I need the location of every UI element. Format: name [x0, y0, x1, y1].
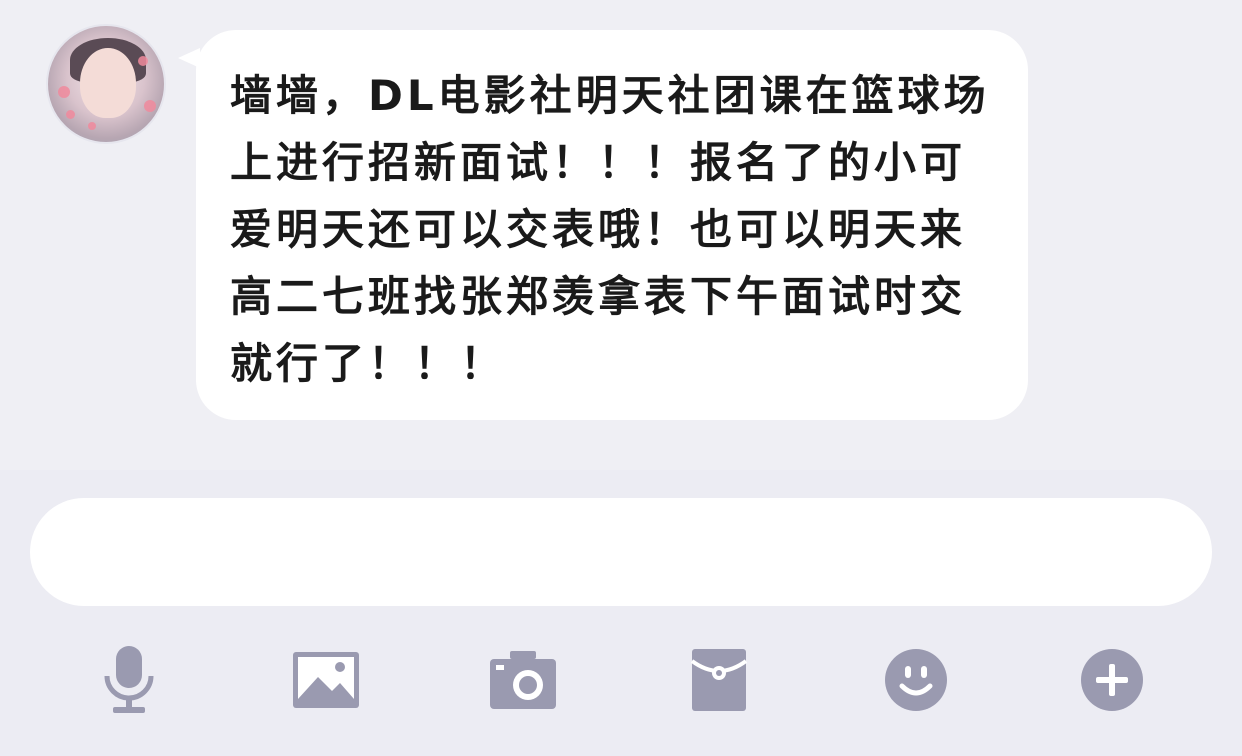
red-packet-icon[interactable] [679, 640, 759, 720]
chat-area: 墙墙，DL电影社明天社团课在篮球场上进行招新面试！！！报名了的小可爱明天还可以交… [0, 0, 1242, 470]
emoji-icon[interactable] [876, 640, 956, 720]
message-input[interactable] [30, 498, 1212, 606]
sender-avatar[interactable] [46, 24, 166, 144]
avatar-flower [58, 86, 70, 98]
camera-icon[interactable] [483, 640, 563, 720]
message-bubble[interactable]: 墙墙，DL电影社明天社团课在篮球场上进行招新面试！！！报名了的小可爱明天还可以交… [196, 30, 1028, 420]
avatar-flower [88, 122, 96, 130]
avatar-flower [138, 56, 148, 66]
image-icon[interactable] [286, 640, 366, 720]
chat-toolbar [0, 640, 1242, 720]
avatar-face [80, 48, 136, 118]
avatar-flower [144, 100, 156, 112]
microphone-icon[interactable] [89, 640, 169, 720]
message-text: 墙墙，DL电影社明天社团课在篮球场上进行招新面试！！！报名了的小可爱明天还可以交… [230, 71, 990, 388]
plus-icon[interactable] [1072, 640, 1152, 720]
avatar-flower [66, 110, 75, 119]
